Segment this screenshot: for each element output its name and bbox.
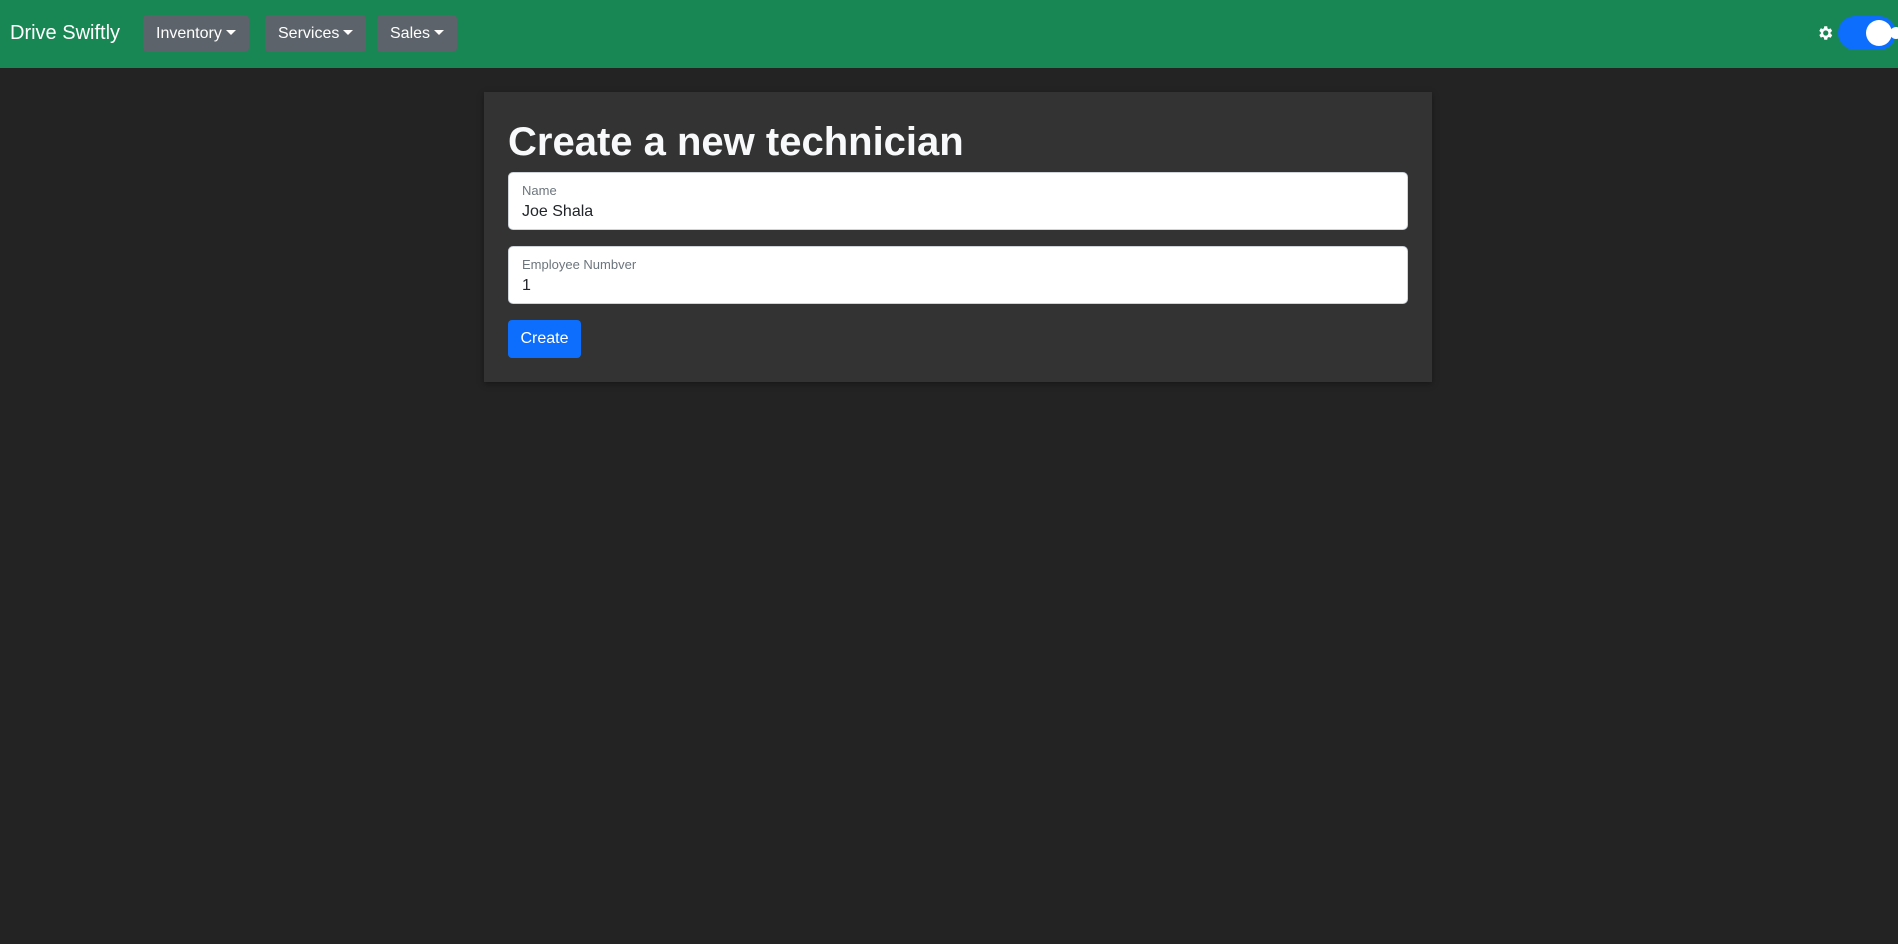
caret-down-icon [434,30,445,35]
employee-number-field[interactable]: Employee Numbver 1 [508,246,1408,304]
switch-edge [1890,27,1898,39]
theme-toggle[interactable] [1816,16,1898,50]
page-title: Create a new technician [508,120,964,164]
name-field-label: Name [522,183,557,198]
gear-icon [1819,26,1833,40]
inventory-dropdown-label: Inventory [156,25,222,42]
employee-number-field-value[interactable]: 1 [522,276,531,296]
technician-form-card: Create a new technician Name Joe Shala E… [484,92,1432,382]
services-dropdown-button[interactable]: Services [265,15,367,52]
name-field-value[interactable]: Joe Shala [522,202,593,222]
sales-dropdown-label: Sales [390,25,431,42]
top-navbar: Drive Swiftly Inventory Services Sales [0,0,1898,68]
inventory-dropdown-button[interactable]: Inventory [143,15,249,52]
sales-dropdown-button[interactable]: Sales [377,15,458,52]
brand-link[interactable]: Drive Swiftly [10,20,120,46]
create-button[interactable]: Create [508,320,581,358]
employee-number-field-label: Employee Numbver [522,257,637,272]
name-field[interactable]: Name Joe Shala [508,172,1408,230]
caret-down-icon [225,30,236,35]
switch-knob [1866,20,1892,46]
caret-down-icon [343,30,354,35]
services-dropdown-label: Services [278,25,340,42]
theme-switch[interactable] [1838,16,1898,50]
